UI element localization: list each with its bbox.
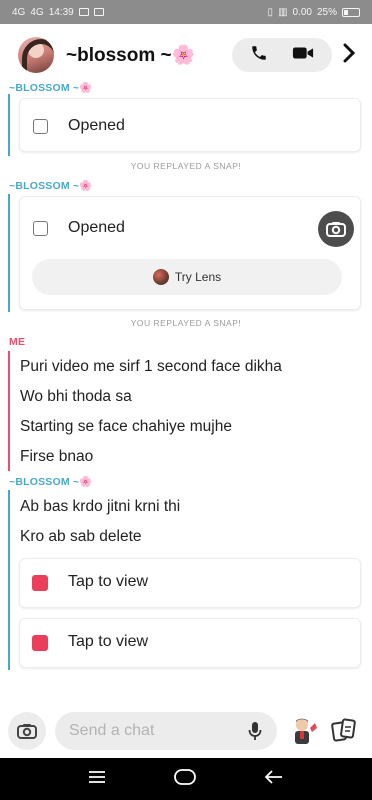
status-bar: 4G 4G 14:39 ▯ ▥ 0.00 25% xyxy=(0,0,372,24)
flower-emoji: 🌸 xyxy=(171,45,196,66)
message-group-bar xyxy=(8,94,10,156)
snap-unopened-icon xyxy=(32,635,48,651)
bitmoji-icon xyxy=(295,718,317,744)
volte-icon: ▥ xyxy=(278,6,288,18)
message-group-bar xyxy=(8,194,10,312)
chat-message[interactable]: Firse bnao xyxy=(20,448,93,466)
message-group-bar xyxy=(8,490,10,670)
checkbox-icon xyxy=(33,119,48,134)
call-controls xyxy=(232,38,332,72)
video-camera-icon xyxy=(292,47,314,58)
sender-label-me: ME xyxy=(9,336,26,348)
try-lens-button[interactable]: Try Lens xyxy=(32,259,342,295)
snap-tap-to-view[interactable]: Tap to view xyxy=(19,618,361,668)
data-speed: 0.00 xyxy=(292,6,312,18)
phone-call-button[interactable] xyxy=(250,44,268,67)
system-navigation-bar xyxy=(0,758,372,800)
bitmoji-button[interactable] xyxy=(290,716,318,746)
sticker-cards-icon xyxy=(331,718,356,742)
phone-icon xyxy=(252,45,266,60)
video-call-button[interactable] xyxy=(292,45,314,66)
back-arrow-icon xyxy=(264,769,282,784)
chat-message[interactable]: Ab bas krdo jitni krni thi xyxy=(20,498,180,516)
send-chat-input[interactable] xyxy=(55,712,277,750)
sim-icon xyxy=(93,8,104,16)
chat-scroll-area[interactable]: ~BLOSSOM ~🌸 Opened YOU REPLAYED A SNAP! … xyxy=(0,82,372,706)
recent-apps-button[interactable] xyxy=(88,770,106,789)
chat-message[interactable]: Starting se face chahiye mujhe xyxy=(20,418,232,436)
sender-label-blossom: ~BLOSSOM ~🌸 xyxy=(9,476,93,488)
contact-name-text: ~blossom ~ xyxy=(66,45,172,66)
tap-to-view-label: Tap to view xyxy=(68,573,149,590)
lens-icon xyxy=(152,269,169,285)
try-lens-label: Try Lens xyxy=(174,270,222,284)
home-pill-icon xyxy=(174,768,196,785)
network-indicator-1: 4G xyxy=(12,6,26,18)
avatar[interactable] xyxy=(18,37,54,73)
battery-percent: 25% xyxy=(316,6,337,18)
system-notice: YOU REPLAYED A SNAP! xyxy=(130,318,242,328)
camera-reply-button[interactable] xyxy=(318,211,354,247)
chat-message[interactable]: Wo bhi thoda sa xyxy=(20,388,132,406)
vibrate-icon: ▯ xyxy=(267,6,274,18)
clock: 14:39 xyxy=(48,6,74,18)
camera-icon xyxy=(326,222,346,237)
sender-label-blossom: ~BLOSSOM ~🌸 xyxy=(9,180,93,192)
battery-icon xyxy=(342,7,360,17)
stickers-button[interactable] xyxy=(331,718,357,747)
opened-snap-card[interactable]: Opened Try Lens xyxy=(19,196,361,310)
microphone-icon xyxy=(248,722,262,740)
snap-tap-to-view[interactable]: Tap to view xyxy=(19,558,361,608)
chat-message[interactable]: Puri video me sirf 1 second face dikha xyxy=(20,358,282,376)
camera-button[interactable] xyxy=(8,712,46,750)
checkbox-icon xyxy=(33,221,48,236)
forward-chevron-button[interactable] xyxy=(342,43,362,68)
microphone-button[interactable] xyxy=(248,721,262,746)
notification-icon xyxy=(78,8,89,16)
snap-unopened-icon xyxy=(32,575,48,591)
sender-label-blossom: ~BLOSSOM ~🌸 xyxy=(9,82,93,94)
camera-icon xyxy=(17,724,37,739)
back-button[interactable] xyxy=(264,769,284,790)
chat-message[interactable]: Kro ab sab delete xyxy=(20,528,142,546)
menu-lines-icon xyxy=(89,770,106,783)
chat-header: ~blossom ~🌸 xyxy=(0,24,372,86)
message-group-bar xyxy=(8,351,10,471)
opened-label: Opened xyxy=(68,117,125,134)
chat-input-bar xyxy=(0,706,372,756)
tap-to-view-label: Tap to view xyxy=(68,633,149,650)
home-button[interactable] xyxy=(173,768,197,791)
opened-label: Opened xyxy=(68,219,125,236)
contact-name[interactable]: ~blossom ~🌸 xyxy=(66,43,195,67)
system-notice: YOU REPLAYED A SNAP! xyxy=(130,161,242,171)
network-indicator-2: 4G xyxy=(30,6,44,18)
chevron-right-icon xyxy=(343,43,356,62)
opened-snap-card[interactable]: Opened xyxy=(19,98,361,152)
